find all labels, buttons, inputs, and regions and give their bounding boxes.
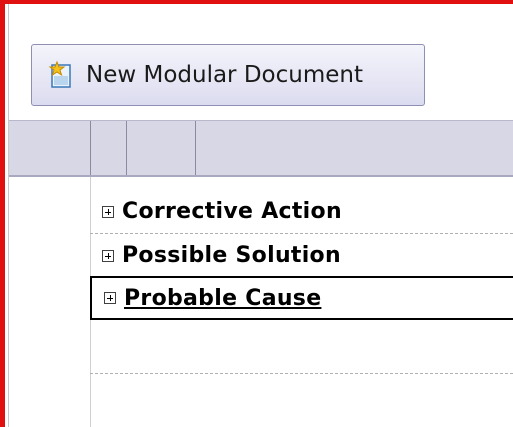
column-header-divider[interactable]	[126, 121, 127, 175]
new-modular-document-button[interactable]: New Modular Document	[31, 44, 425, 106]
column-header-bottom-border	[9, 175, 513, 177]
tree-row-possible-solution[interactable]: Possible Solution	[90, 234, 513, 278]
column-header-bar	[9, 121, 513, 175]
empty-tree-row	[90, 374, 513, 427]
tree-row-corrective-action[interactable]: Corrective Action	[90, 190, 513, 234]
tree-row-label: Probable Cause	[124, 285, 322, 311]
column-header-divider[interactable]	[195, 121, 196, 175]
tree-row-label: Corrective Action	[122, 199, 342, 224]
new-modular-document-label: New Modular Document	[86, 62, 363, 88]
column-header-divider[interactable]	[90, 121, 91, 175]
tree-row-label: Possible Solution	[122, 243, 341, 268]
tree-row-probable-cause[interactable]: Probable Cause	[90, 276, 513, 320]
toolbar: New Modular Document	[9, 24, 513, 120]
expand-icon[interactable]	[102, 249, 114, 262]
expand-icon[interactable]	[104, 292, 116, 304]
empty-tree-row	[90, 320, 513, 374]
expand-icon[interactable]	[102, 205, 114, 218]
new-document-icon	[48, 60, 71, 88]
